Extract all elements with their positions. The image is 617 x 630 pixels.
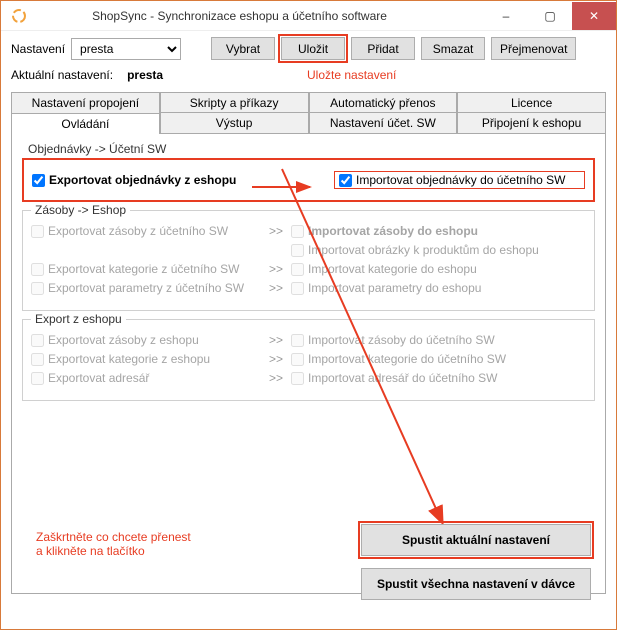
arrow-right-icon: [252, 180, 322, 194]
close-button[interactable]: ✕: [572, 2, 616, 30]
ulozit-hint: Uložte nastavení: [307, 68, 396, 82]
sep: >>: [261, 262, 291, 276]
group-export-eshop-legend: Export z eshopu: [31, 312, 126, 326]
tab-licence[interactable]: Licence: [457, 92, 606, 113]
chk-export-stock[interactable]: [31, 225, 44, 238]
group-orders-legend: Objednávky -> Účetní SW: [28, 142, 595, 156]
group-stock-legend: Zásoby -> Eshop: [31, 203, 130, 217]
hint-check-click: Zaškrtněte co chcete přenest a klikněte …: [36, 530, 191, 558]
lbl-export-params: Exportovat parametry z účetního SW: [48, 281, 244, 295]
lbl-imp-cat-sw: Importovat kategorie do účetního SW: [308, 352, 506, 366]
chk-import-categories[interactable]: [291, 263, 304, 276]
chk-import-images[interactable]: [291, 244, 304, 257]
chk-export-categories[interactable]: [31, 263, 44, 276]
chk-export-orders[interactable]: [32, 174, 45, 187]
tabs-row-2: Ovládání Výstup Nastavení účet. SW Připo…: [11, 112, 606, 134]
tab-vystup[interactable]: Výstup: [160, 112, 309, 133]
lbl-exp-stock-eshop: Exportovat zásoby z eshopu: [48, 333, 199, 347]
lbl-export-stock: Exportovat zásoby z účetního SW: [48, 224, 228, 238]
run-current-button[interactable]: Spustit aktuální nastavení: [361, 524, 591, 556]
smazat-button[interactable]: Smazat: [421, 37, 485, 60]
chk-imp-cat-sw[interactable]: [291, 353, 304, 366]
tabpage-ovladani: Objednávky -> Účetní SW Exportovat objed…: [11, 134, 606, 594]
current-preset-value: presta: [127, 68, 163, 82]
lbl-import-orders: Importovat objednávky do účetního SW: [356, 173, 565, 187]
lbl-import-stock: Importovat zásoby do eshopu: [308, 224, 478, 238]
chk-export-params[interactable]: [31, 282, 44, 295]
titlebar: ShopSync - Synchronizace eshopu a účetní…: [1, 1, 616, 31]
lbl-import-categories: Importovat kategorie do eshopu: [308, 262, 477, 276]
lbl-imp-adresar: Importovat adresář do účetního SW: [308, 371, 497, 385]
prejmenovat-button[interactable]: Přejmenovat: [491, 37, 576, 60]
tab-skripty[interactable]: Skripty a příkazy: [160, 92, 309, 113]
maximize-button[interactable]: ▢: [528, 2, 572, 30]
tab-pripojeni-eshopu[interactable]: Připojení k eshopu: [457, 112, 606, 133]
chk-import-params[interactable]: [291, 282, 304, 295]
tab-nastaveni-propojeni[interactable]: Nastavení propojení: [11, 92, 160, 113]
tab-ovladani[interactable]: Ovládání: [11, 113, 160, 134]
chk-imp-stock-sw[interactable]: [291, 334, 304, 347]
current-preset-label: Aktuální nastavení:: [11, 68, 113, 82]
lbl-imp-stock-sw: Importovat zásoby do účetního SW: [308, 333, 495, 347]
chk-imp-adresar[interactable]: [291, 372, 304, 385]
sep: >>: [261, 352, 291, 366]
pridat-button[interactable]: Přidat: [351, 37, 415, 60]
sep: >>: [261, 281, 291, 295]
vybrat-button[interactable]: Vybrat: [211, 37, 275, 60]
lbl-import-params: Importovat parametry do eshopu: [308, 281, 481, 295]
minimize-button[interactable]: –: [484, 2, 528, 30]
sep: >>: [261, 333, 291, 347]
ulozit-button[interactable]: Uložit: [281, 37, 345, 60]
preset-toolbar: Nastavení presta Vybrat Uložit Přidat Sm…: [11, 37, 606, 60]
sep: >>: [261, 224, 291, 238]
chk-exp-stock-eshop[interactable]: [31, 334, 44, 347]
group-orders: Exportovat objednávky z eshopu Importova…: [22, 158, 595, 202]
chk-exp-adresar[interactable]: [31, 372, 44, 385]
app-icon: [11, 8, 27, 24]
lbl-import-images: Importovat obrázky k produktům do eshopu: [308, 243, 539, 257]
window-title: ShopSync - Synchronizace eshopu a účetní…: [35, 9, 484, 23]
preset-select[interactable]: presta: [71, 38, 181, 60]
tab-auto-prenos[interactable]: Automatický přenos: [309, 92, 458, 113]
tabs-row-1: Nastavení propojení Skripty a příkazy Au…: [11, 92, 606, 112]
tab-nastaveni-ucet-sw[interactable]: Nastavení účet. SW: [309, 112, 458, 133]
group-stock: Zásoby -> Eshop Exportovat zásoby z účet…: [22, 210, 595, 311]
lbl-exp-cat-eshop: Exportovat kategorie z eshopu: [48, 352, 210, 366]
lbl-export-orders: Exportovat objednávky z eshopu: [49, 173, 236, 187]
nastaveni-label: Nastavení: [11, 42, 65, 56]
chk-exp-cat-eshop[interactable]: [31, 353, 44, 366]
lbl-export-categories: Exportovat kategorie z účetního SW: [48, 262, 239, 276]
chk-import-orders[interactable]: [339, 174, 352, 187]
chk-import-stock[interactable]: [291, 225, 304, 238]
run-all-button[interactable]: Spustit všechna nastavení v dávce: [361, 568, 591, 600]
sep: >>: [261, 371, 291, 385]
lbl-exp-adresar: Exportovat adresář: [48, 371, 149, 385]
group-export-eshop: Export z eshopu Exportovat zásoby z esho…: [22, 319, 595, 401]
